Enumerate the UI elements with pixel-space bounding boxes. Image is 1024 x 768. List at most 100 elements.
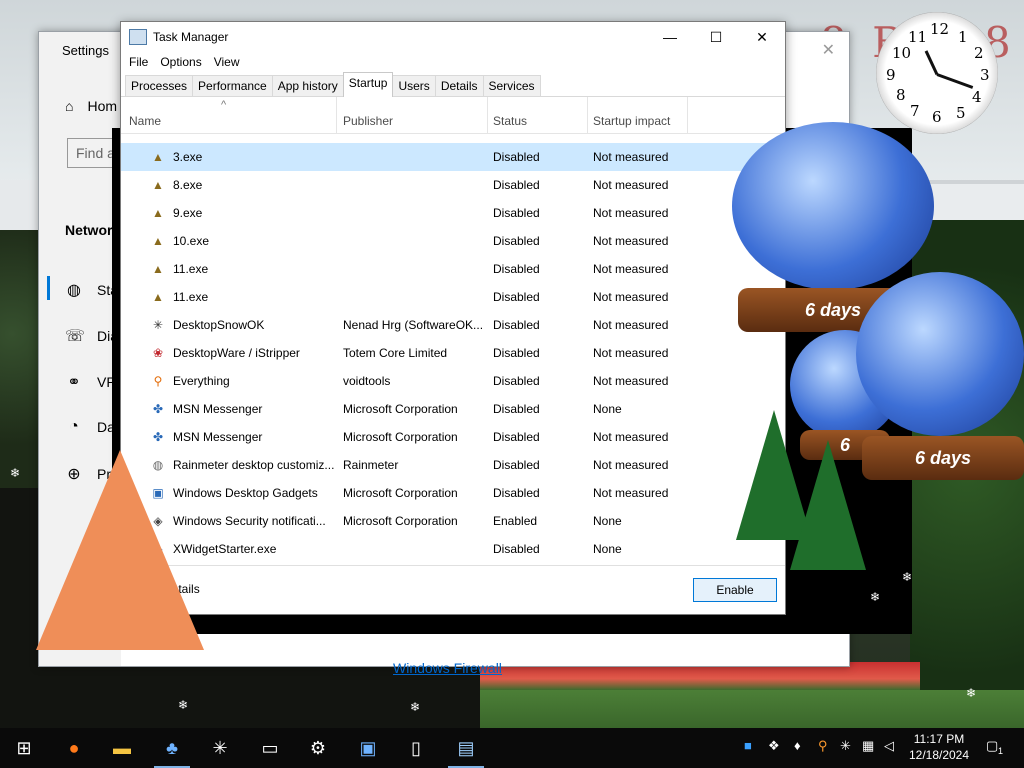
menu-view[interactable]: View — [214, 55, 240, 69]
tray-network-icon[interactable]: ▦ — [862, 738, 874, 754]
cell-impact: Not measured — [593, 206, 669, 220]
table-row[interactable]: ❀ DesktopWare / iStripper Totem Core Limit… — [121, 339, 785, 367]
cell-name: 8.exe — [173, 178, 203, 192]
clock-number: 8 — [896, 86, 906, 104]
tab-users[interactable]: Users — [392, 75, 436, 96]
column-divider[interactable] — [687, 97, 688, 133]
table-row[interactable]: ▲ 11.exe Disabled Not measured — [121, 283, 785, 311]
cell-status: Disabled — [493, 430, 540, 444]
sidebar-item-status[interactable]: ◍ Sta — [65, 280, 118, 300]
cell-impact: Not measured — [593, 318, 669, 332]
terminal-taskbar-button[interactable]: ▭ — [246, 728, 294, 768]
menu-options[interactable]: Options — [160, 55, 201, 69]
table-row[interactable]: ▲ 3.exe Disabled Not measured — [121, 143, 785, 171]
notification-center-icon[interactable]: ▢ — [986, 738, 998, 754]
document-taskbar-button[interactable]: ▯ — [392, 728, 440, 768]
tray-snowflake-icon[interactable]: ✳ — [840, 738, 851, 754]
column-divider[interactable] — [487, 97, 488, 133]
task-manager-taskbar-button[interactable]: ▤ — [442, 728, 490, 768]
snowflake-app-taskbar-button[interactable]: ✳ — [196, 728, 244, 768]
table-row[interactable]: ▣ Windows Desktop Gadgets Microsoft Corpor… — [121, 479, 785, 507]
enable-button[interactable]: Enable — [693, 578, 777, 602]
file-explorer-taskbar-button[interactable]: ▬ — [98, 728, 146, 768]
table-row[interactable]: ✳ DesktopSnowOK Nenad Hrg (SoftwareOK... Di… — [121, 311, 785, 339]
cell-impact: Not measured — [593, 374, 669, 388]
settings-close-button[interactable]: ✕ — [822, 40, 835, 60]
analog-clock-gadget[interactable]: 12 1 2 3 4 5 6 7 8 9 10 11 — [876, 12, 998, 134]
snowflake-icon: ❄ — [902, 570, 913, 584]
background-trees-left — [0, 230, 40, 490]
column-status[interactable]: Status — [493, 114, 527, 132]
sidebar-item-dialup[interactable]: ☏ Dia — [65, 326, 118, 346]
cell-impact: Not measured — [593, 234, 669, 248]
settings-taskbar-button[interactable]: ⚙ — [294, 728, 342, 768]
windows-firewall-link[interactable]: Windows Firewall — [393, 660, 502, 676]
taskbar-time: 11:17 PM — [913, 732, 965, 746]
maximize-button[interactable]: ☐ — [693, 22, 739, 52]
column-divider[interactable] — [587, 97, 588, 133]
tray-app-icon[interactable]: ■ — [744, 738, 752, 753]
table-row[interactable]: ◍ Rainmeter desktop customiz... Rainmeter D… — [121, 451, 785, 479]
tray-volume-muted-icon[interactable]: ◁ — [884, 738, 894, 754]
cell-impact: Not measured — [593, 430, 669, 444]
tray-search-icon[interactable]: ⚲ — [818, 738, 828, 754]
globe-icon: ◍ — [67, 282, 81, 299]
sidebar-item-vpn[interactable]: ⚭ VP — [65, 372, 115, 392]
vpn-icon: ⚭ — [67, 374, 81, 391]
task-manager-window[interactable]: Task Manager — ☐ ✕ File Options View Pro… — [120, 21, 786, 615]
table-row[interactable]: ▲ 8.exe Disabled Not measured — [121, 171, 785, 199]
column-publisher[interactable]: Publisher — [343, 114, 393, 132]
minimize-button[interactable]: — — [647, 22, 693, 52]
tab-processes[interactable]: Processes — [125, 75, 194, 96]
cell-impact: Not measured — [593, 346, 669, 360]
monitor-app-taskbar-button[interactable]: ▣ — [344, 728, 392, 768]
task-manager-titlebar[interactable]: Task Manager — ☐ ✕ — [121, 22, 785, 52]
table-row[interactable]: ✤ MSN Messenger Microsoft Corporation Disab… — [121, 423, 785, 451]
tab-details[interactable]: Details — [434, 75, 484, 96]
table-row[interactable]: ✤ MSN Messenger Microsoft Corporation Disab… — [121, 395, 785, 423]
tray-rainmeter-icon[interactable]: ♦ — [794, 738, 801, 753]
tree-icon: ▲ — [152, 290, 164, 304]
cell-status: Disabled — [493, 318, 540, 332]
firefox-taskbar-button[interactable]: ● — [50, 728, 98, 768]
cell-status: Disabled — [493, 486, 540, 500]
tab-performance[interactable]: Performance — [192, 75, 273, 96]
table-row[interactable]: ⚲ Everything voidtools Disabled Not measured — [121, 367, 785, 395]
tab-app-history[interactable]: App history — [271, 75, 344, 96]
cell-publisher: Microsoft Corporation — [343, 514, 458, 528]
cell-name: 11.exe — [173, 262, 209, 276]
background-lawn — [480, 690, 1024, 730]
cell-name: 10.exe — [173, 234, 210, 248]
snow-globe-2[interactable] — [856, 272, 1024, 436]
settings-home-item[interactable]: ⌂ Hom — [65, 98, 117, 114]
table-row[interactable]: ◆ XWidgetStarter.exe Disabled None — [121, 535, 785, 563]
clock-number: 6 — [932, 108, 942, 126]
tree-icon: ▲ — [152, 150, 164, 164]
table-row[interactable]: ◈ Windows Security notificati... Microsoft… — [121, 507, 785, 535]
column-divider[interactable] — [336, 97, 337, 133]
tray-msn-icon[interactable]: ❖ — [768, 738, 780, 754]
start-button[interactable]: ⊞ — [0, 728, 48, 768]
menu-file[interactable]: File — [129, 55, 148, 69]
column-name[interactable]: Name — [129, 114, 161, 132]
cell-impact: Not measured — [593, 262, 669, 276]
tab-startup[interactable]: Startup — [342, 72, 394, 97]
snowflake-icon: ✳ — [152, 318, 164, 332]
tab-services[interactable]: Services — [482, 75, 541, 96]
data-usage-icon: ◔ — [69, 418, 79, 435]
snow-globe-1[interactable] — [732, 122, 934, 290]
cell-status: Disabled — [493, 542, 540, 556]
cell-impact: Not measured — [593, 486, 669, 500]
taskbar-clock[interactable]: 11:17 PM 12/18/2024 — [904, 731, 974, 763]
sidebar-item-data-usage[interactable]: ◔ Da — [65, 418, 115, 436]
xmas-app-taskbar-button[interactable]: ♣ — [148, 728, 196, 768]
cell-name: Everything — [173, 374, 230, 388]
column-startup-impact[interactable]: Startup impact — [593, 114, 670, 132]
istripper-icon: ❀ — [152, 346, 164, 360]
table-row[interactable]: ▲ 11.exe Disabled Not measured — [121, 255, 785, 283]
table-row[interactable]: ▲ 9.exe Disabled Not measured — [121, 199, 785, 227]
close-button[interactable]: ✕ — [739, 22, 785, 52]
christmas-tree-decoration — [790, 440, 866, 570]
cell-name: MSN Messenger — [173, 430, 263, 444]
table-row[interactable]: ▲ 10.exe Disabled Not measured — [121, 227, 785, 255]
